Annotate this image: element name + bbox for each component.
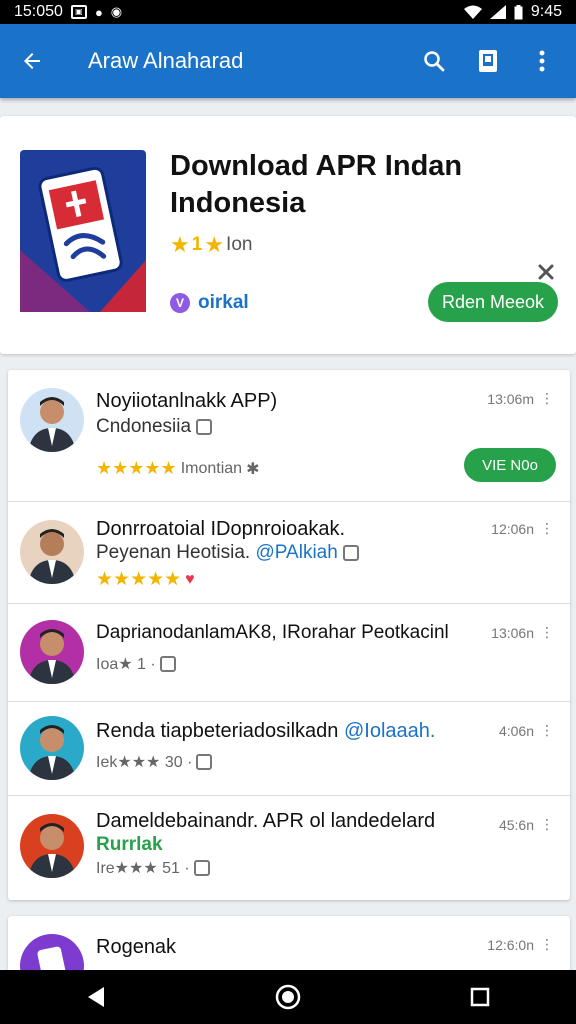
list-item[interactable]: Noyiiotanlnakk APP) Cndonesiia ★★★★★ Imo… xyxy=(8,370,570,502)
avatar xyxy=(20,388,84,452)
app-title-line1: Download APR Indan xyxy=(170,150,463,182)
item-subtitle: Peyenan Heotisia. @PAlkiah xyxy=(96,542,360,564)
navigation-bar xyxy=(0,970,576,1024)
thumb-heart-icon: ♥ xyxy=(185,570,195,588)
item-meta-text: Iek★★★ 30 · xyxy=(96,754,193,771)
verified-badge-icon: V xyxy=(170,293,190,313)
avatar xyxy=(20,620,84,684)
item-time-text: 13:06m xyxy=(487,390,534,407)
whatsapp-icon: ● xyxy=(94,4,103,20)
app-icon[interactable] xyxy=(20,150,146,312)
item-subtitle: Rurrlak xyxy=(96,834,163,855)
item-time-text: 12:06n xyxy=(491,520,534,537)
item-meta-text: Imontian xyxy=(180,459,243,477)
bag-icon xyxy=(196,418,213,435)
list-item[interactable]: Dameldebainandr. APR ol landedelard Rurr… xyxy=(8,796,570,900)
install-button[interactable]: VIE N0o xyxy=(464,448,556,482)
settings-icon: ✱ xyxy=(246,460,260,478)
sync-icon: ◉ xyxy=(110,4,123,19)
notification-icon: ▣ xyxy=(70,5,87,19)
page-title: Araw Alnaharad xyxy=(88,48,244,73)
item-title-text: Renda tiapbeteriadosilkadn xyxy=(96,720,339,742)
bag-icon xyxy=(196,754,213,770)
item-title-accent: @Iolaaah. xyxy=(343,720,436,742)
developer-label: oirkal xyxy=(198,292,249,313)
nav-home-icon[interactable] xyxy=(258,970,318,1024)
list-item[interactable]: DaprianodanlamAK8, IRorahar Peotkacinl I… xyxy=(8,604,570,702)
device-icon[interactable] xyxy=(468,41,508,81)
nav-recents-icon[interactable] xyxy=(450,970,510,1024)
avatar xyxy=(20,716,84,780)
rating-number: 1 xyxy=(191,234,203,255)
item-overflow-icon[interactable]: ⋮ xyxy=(540,816,554,833)
item-meta: ★★★★★ Imontian ✱ xyxy=(96,458,259,479)
item-time: 45:6n ⋮ xyxy=(499,816,554,833)
bag-icon xyxy=(159,656,176,672)
status-time: 15:050 xyxy=(14,3,63,20)
developer-name[interactable]: V oirkal xyxy=(170,292,249,314)
item-time-text: 4:06n xyxy=(498,722,534,739)
item-meta: Ioa★ 1 · xyxy=(96,654,176,674)
app-bar: Araw Alnaharad xyxy=(0,24,576,98)
rating-text: Ion xyxy=(226,234,253,255)
item-meta-text: Ioa★ 1 · xyxy=(96,656,156,673)
item-title: Renda tiapbeteriadosilkadn @Iolaaah. xyxy=(96,720,435,743)
item-time-text: 13:06n xyxy=(491,624,534,641)
list-item[interactable]: Donrroatoial IDopnroioakak. Peyenan Heot… xyxy=(8,502,570,604)
battery-icon xyxy=(514,4,523,20)
item-time: 13:06n ⋮ xyxy=(491,624,554,641)
app-title-line2: Indonesia xyxy=(170,187,306,219)
wifi-icon xyxy=(463,5,482,19)
star-icon: ★ xyxy=(204,232,225,257)
search-icon[interactable] xyxy=(414,41,454,81)
item-title: Donrroatoial IDopnroioakak. xyxy=(96,518,346,540)
item-subtitle-text: Cndonesiia xyxy=(96,416,192,437)
star-icon: ★ xyxy=(170,232,190,257)
item-time: 13:06m ⋮ xyxy=(487,390,554,407)
document-icon xyxy=(343,544,360,561)
list-item[interactable]: Renda tiapbeteriadosilkadn @Iolaaah. Iek… xyxy=(8,702,570,796)
item-overflow-icon[interactable]: ⋮ xyxy=(540,936,554,953)
item-overflow-icon[interactable]: ⋮ xyxy=(540,520,554,537)
nav-back-icon[interactable] xyxy=(66,970,126,1024)
featured-app-card: Download APR Indan Indonesia ★ 1 ★ Ion V… xyxy=(0,116,576,354)
item-time: 12:06n ⋮ xyxy=(491,520,554,537)
item-meta: ★★★★★ ♥ xyxy=(96,568,195,591)
item-time: 12:6:0n ⋮ xyxy=(487,936,554,953)
item-meta-text: Ire★★★ 51 · xyxy=(96,860,190,877)
avatar xyxy=(20,814,84,878)
item-overflow-icon[interactable]: ⋮ xyxy=(540,390,554,407)
item-time-text: 12:6:0n xyxy=(487,936,534,953)
item-overflow-icon[interactable]: ⋮ xyxy=(540,722,554,739)
back-arrow-icon[interactable] xyxy=(0,24,64,98)
close-icon[interactable] xyxy=(534,260,558,284)
rating-stars-icon: ★★★★★ xyxy=(96,569,182,590)
signal-icon xyxy=(489,5,506,19)
item-time: 4:06n ⋮ xyxy=(499,722,554,739)
item-subtitle-text: Peyenan Heotisia. xyxy=(96,542,251,563)
item-overflow-icon[interactable]: ⋮ xyxy=(540,624,554,641)
avatar xyxy=(20,520,84,584)
app-list: Noyiiotanlnakk APP) Cndonesiia ★★★★★ Imo… xyxy=(8,370,570,900)
rating-stars-icon: ★★★★★ xyxy=(96,458,177,478)
bag-icon xyxy=(193,860,210,876)
item-subtitle-accent: @PAlkiah xyxy=(255,542,338,563)
item-time-text: 45:6n xyxy=(498,816,534,833)
item-title: DaprianodanlamAK8, IRorahar Peotkacinl xyxy=(96,622,449,643)
item-meta: Iek★★★ 30 · xyxy=(96,752,213,772)
app-title: Download APR Indan Indonesia xyxy=(170,148,500,222)
install-button[interactable]: Rden Meeok xyxy=(428,282,558,322)
app-rating: ★ 1 ★ Ion xyxy=(170,232,252,258)
more-options-icon[interactable] xyxy=(522,41,562,81)
item-subtitle: Cndonesiia xyxy=(96,416,213,438)
status-clock: 9:45 xyxy=(530,3,562,20)
item-meta: Ire★★★ 51 · xyxy=(96,858,210,878)
status-bar: 15:050 ▣ ● ◉ 9:45 xyxy=(0,0,576,24)
item-title: Rogenak xyxy=(96,936,177,958)
item-title: Dameldebainandr. APR ol landedelard xyxy=(96,810,436,832)
item-title: Noyiiotanlnakk APP) xyxy=(96,390,278,412)
